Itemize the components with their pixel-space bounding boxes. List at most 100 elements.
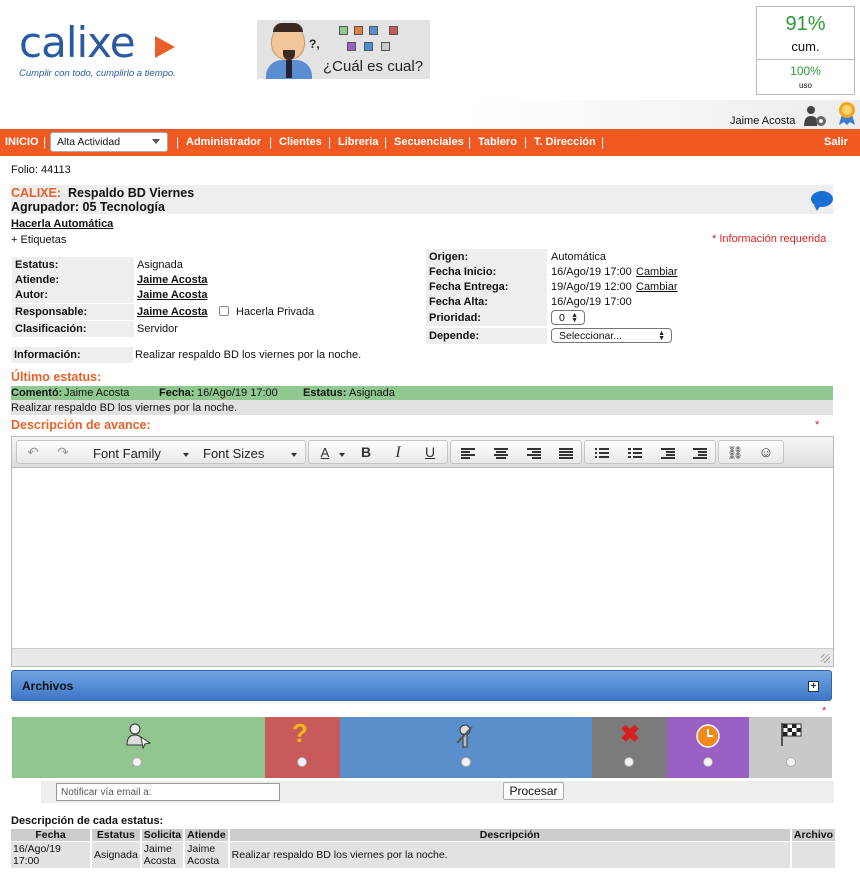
emoji-icon[interactable]: ☺ bbox=[752, 444, 780, 461]
toolbar-group-align bbox=[450, 440, 582, 464]
field-label-atiende: Atiende: bbox=[12, 272, 134, 288]
last-status-text: Realizar respaldo BD los viernes por la … bbox=[11, 402, 238, 414]
nav-separator: | bbox=[328, 135, 332, 149]
make-automatic-link[interactable]: Hacerla Automática bbox=[11, 218, 113, 230]
change-fecha-inicio-link[interactable]: Cambiar bbox=[636, 266, 678, 278]
nav-tablero[interactable]: Tablero bbox=[478, 136, 517, 148]
table-row: 16/Ago/19 17:00 Asignada Jaime Acosta Ja… bbox=[11, 842, 835, 868]
banner-text: ¿Cuál es cual? bbox=[323, 58, 424, 75]
progress-heading: Descripción de avance: bbox=[11, 418, 151, 432]
field-value-autor[interactable]: Jaime Acosta bbox=[137, 289, 208, 301]
column-header-estatus: Estatus bbox=[92, 829, 140, 841]
field-value-fecha-alta: 16/Ago/19 17:00 bbox=[551, 296, 632, 308]
step-pending[interactable] bbox=[667, 717, 749, 778]
step-pending-radio[interactable] bbox=[703, 757, 713, 767]
font-family-select[interactable]: Font Family bbox=[93, 446, 161, 461]
nav-administrador[interactable]: Administrador bbox=[186, 136, 261, 148]
nav-salir[interactable]: Salir bbox=[824, 136, 848, 148]
notify-email-input[interactable]: Notificar vía email a: bbox=[56, 783, 280, 801]
status-square-icon bbox=[381, 42, 390, 51]
depends-select[interactable]: Seleccionar... ▲ ▼ bbox=[551, 328, 672, 343]
change-fecha-entrega-link[interactable]: Cambiar bbox=[636, 281, 678, 293]
column-header-archivo: Archivo bbox=[791, 829, 835, 841]
editor-status-bar bbox=[12, 648, 833, 666]
field-label-clasificacion: Clasificación: bbox=[12, 321, 134, 337]
field-value-clasificacion: Servidor bbox=[137, 323, 178, 335]
field-value-estatus: Asignada bbox=[137, 259, 183, 271]
step-assign-radio[interactable] bbox=[132, 757, 142, 767]
align-center-icon[interactable] bbox=[494, 448, 508, 459]
archivos-label: Archivos bbox=[22, 679, 74, 693]
nav-secuenciales[interactable]: Secuenciales bbox=[394, 136, 464, 148]
status-square-icon bbox=[339, 26, 348, 35]
tools-icon bbox=[456, 724, 473, 748]
step-question-radio[interactable] bbox=[297, 757, 307, 767]
nav-separator: | bbox=[524, 135, 528, 149]
field-label-prioridad: Prioridad: bbox=[426, 310, 547, 326]
updown-arrows-icon: ▲ ▼ bbox=[571, 312, 578, 324]
nav-t-direccion[interactable]: T. Dirección bbox=[534, 136, 596, 148]
banner-question: ?, bbox=[309, 37, 320, 51]
user-name: Jaime Acosta bbox=[730, 115, 796, 127]
field-value-fecha-entrega: 19/Ago/19 12:00 bbox=[551, 281, 632, 293]
process-button[interactable]: Procesar bbox=[503, 782, 564, 800]
expand-plus-icon[interactable]: + bbox=[808, 681, 819, 692]
cum-label: cum. bbox=[791, 39, 820, 54]
redo-icon[interactable]: ↷ bbox=[49, 444, 77, 461]
resize-grip-icon[interactable] bbox=[821, 654, 830, 663]
font-sizes-select[interactable]: Font Sizes bbox=[203, 446, 264, 461]
step-cancel-radio[interactable] bbox=[624, 757, 634, 767]
link-icon[interactable]: ⛓ bbox=[721, 444, 749, 461]
nav-separator: | bbox=[176, 135, 180, 149]
align-justify-icon[interactable] bbox=[559, 448, 573, 459]
step-finish[interactable] bbox=[749, 717, 832, 778]
chevron-down-icon bbox=[183, 453, 189, 457]
field-label-responsable: Responsable: bbox=[12, 304, 134, 320]
step-assign[interactable] bbox=[12, 717, 265, 778]
clock-icon bbox=[696, 724, 720, 748]
nav-inicio[interactable]: INICIO bbox=[5, 136, 39, 148]
nav-libreria[interactable]: Libreria bbox=[338, 136, 378, 148]
status-square-icon bbox=[389, 26, 398, 35]
field-value-origen: Automática bbox=[551, 251, 607, 263]
field-label-estatus: Estatus: bbox=[12, 257, 134, 273]
user-settings-icon[interactable] bbox=[803, 105, 827, 127]
underline-icon[interactable]: U bbox=[416, 444, 444, 461]
archivos-panel-header[interactable]: Archivos + bbox=[11, 670, 832, 701]
indent-icon[interactable] bbox=[693, 448, 707, 459]
private-checkbox[interactable] bbox=[219, 306, 229, 316]
chat-bubble-icon[interactable] bbox=[811, 191, 833, 211]
status-square-icon bbox=[354, 26, 363, 35]
field-value-atiende[interactable]: Jaime Acosta bbox=[137, 274, 208, 286]
step-working[interactable] bbox=[340, 717, 592, 778]
undo-icon[interactable]: ↶ bbox=[19, 444, 47, 461]
tags-link[interactable]: + Etiquetas bbox=[11, 234, 66, 246]
cual-es-cual-banner[interactable]: ?, ¿Cuál es cual? bbox=[257, 20, 430, 79]
chevron-down-icon bbox=[339, 453, 345, 457]
field-label-fecha-inicio: Fecha Inicio: bbox=[426, 264, 547, 280]
step-working-radio[interactable] bbox=[461, 757, 471, 767]
question-icon: ? bbox=[292, 718, 308, 748]
step-finish-radio[interactable] bbox=[786, 757, 796, 767]
editor-content-area[interactable] bbox=[12, 468, 833, 649]
italic-icon[interactable]: I bbox=[384, 444, 412, 461]
column-header-atiende: Atiende bbox=[185, 829, 228, 841]
align-right-icon[interactable] bbox=[527, 448, 541, 459]
outdent-icon[interactable] bbox=[661, 448, 675, 459]
bold-icon[interactable]: B bbox=[352, 444, 380, 461]
numbered-list-icon[interactable] bbox=[628, 448, 642, 459]
bullet-list-icon[interactable] bbox=[595, 448, 609, 459]
field-value-responsable[interactable]: Jaime Acosta bbox=[137, 306, 208, 318]
priority-select[interactable]: 0 ▲ ▼ bbox=[551, 310, 585, 325]
award-icon[interactable] bbox=[836, 101, 858, 126]
step-cancel[interactable]: ✖ bbox=[592, 717, 667, 778]
nav-clientes[interactable]: Clientes bbox=[279, 136, 322, 148]
nav-separator: | bbox=[384, 135, 388, 149]
field-label-origen: Origen: bbox=[426, 249, 547, 265]
activity-select[interactable]: Alta Actividad bbox=[50, 132, 168, 152]
align-left-icon[interactable] bbox=[461, 448, 475, 459]
step-question[interactable]: ? bbox=[265, 717, 340, 778]
text-color-icon[interactable]: A bbox=[311, 444, 339, 461]
person-hair-icon bbox=[273, 23, 303, 32]
logo-tagline: Cumplir con todo, cumplirlo a tiempo. bbox=[19, 68, 176, 79]
